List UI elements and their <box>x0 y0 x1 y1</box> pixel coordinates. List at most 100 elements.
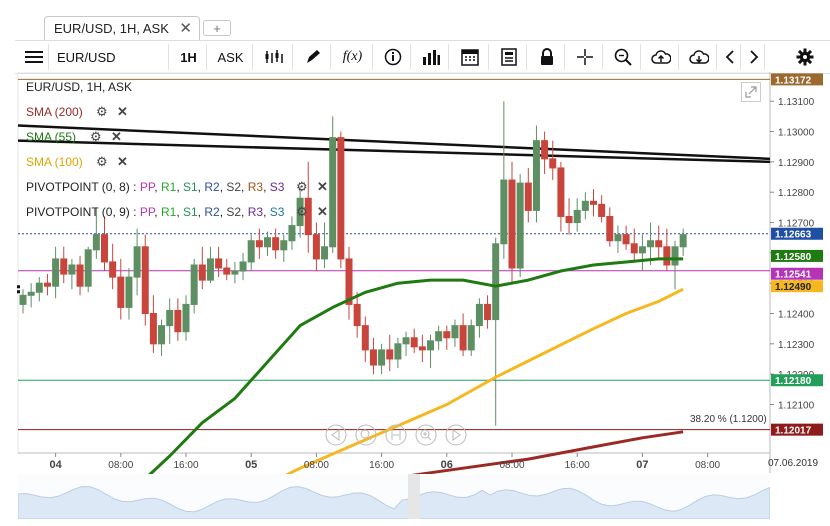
pivot2-s1: S1 <box>182 205 198 219</box>
upload-button[interactable] <box>643 44 679 70</box>
chart-tab[interactable]: EUR/USD, 1H, ASK ✕ <box>44 16 200 40</box>
candle-body <box>68 264 76 275</box>
volume-button[interactable] <box>413 44 449 70</box>
sma55-legend[interactable]: SMA (55) <box>26 130 76 144</box>
candle-body <box>557 167 565 217</box>
sma55-settings-icon[interactable]: ⚙ <box>90 129 102 145</box>
scroll-right-button[interactable] <box>743 44 765 70</box>
price-tag-label: 1.12180 <box>775 376 812 387</box>
candle-body <box>467 325 475 351</box>
candle-body <box>524 182 532 211</box>
pivot2-legend[interactable]: PIVOTPOINT (0, 9) : PP, R1, S1, R2, S2, … <box>26 205 284 219</box>
settings-button[interactable] <box>785 44 825 70</box>
candle-body <box>369 349 377 366</box>
sma100-remove-icon[interactable]: ✕ <box>117 154 128 170</box>
info-icon <box>384 48 401 66</box>
y-tick-label: 1.13100 <box>778 97 815 108</box>
draw-button[interactable] <box>295 44 331 70</box>
sma200-label: SMA (200) <box>26 105 83 119</box>
sma200-remove-icon[interactable]: ✕ <box>117 104 128 120</box>
sma100-settings-icon[interactable]: ⚙ <box>96 154 108 170</box>
indicators-button[interactable]: f(x) <box>333 44 373 70</box>
candle-body <box>500 179 508 245</box>
pivot2-sep: : <box>129 205 140 219</box>
sma100-legend[interactable]: SMA (100) <box>26 155 83 169</box>
pivot1-s2: S2 <box>226 180 242 194</box>
pivot1-s1: S1 <box>182 180 198 194</box>
x-tick-label: 07 <box>636 459 648 471</box>
info-button[interactable] <box>375 44 411 70</box>
expand-button[interactable] <box>741 82 761 102</box>
candle-body <box>125 276 133 308</box>
pivot1-r1: R1 <box>160 180 177 194</box>
navigator-handle[interactable] <box>408 474 420 519</box>
candle-body <box>410 337 418 348</box>
x-tick-label: 08:00 <box>695 460 720 471</box>
candle-body <box>190 264 198 305</box>
calendar-icon <box>460 49 479 66</box>
candle-body <box>443 331 451 339</box>
candle-body <box>508 179 516 269</box>
pivot1-r3: R3 <box>247 180 264 194</box>
x-tick-label: 16:00 <box>565 460 590 471</box>
pivot2-settings-icon[interactable]: ⚙ <box>296 204 308 220</box>
candle-body <box>174 309 182 333</box>
candle-body <box>231 270 239 275</box>
candle-body <box>378 349 386 366</box>
download-button[interactable] <box>681 44 717 70</box>
sma200-legend[interactable]: SMA (200) <box>26 105 83 119</box>
candle-body <box>272 237 280 251</box>
candle-body <box>671 246 679 266</box>
sma200-settings-icon[interactable]: ⚙ <box>96 104 108 120</box>
nav-forward-button[interactable] <box>445 424 467 446</box>
candle-body <box>149 313 157 345</box>
menu-button[interactable] <box>19 44 49 70</box>
period-selector[interactable]: 1H <box>171 44 207 70</box>
nav-zoom-in-button[interactable] <box>415 424 437 446</box>
nav-zoom-out-button[interactable] <box>355 424 377 446</box>
pivot1-s3: S3 <box>269 180 285 194</box>
pivot1-legend[interactable]: PIVOTPOINT (0, 8) : PP, R1, S1, R2, S2, … <box>26 180 284 194</box>
candle-body <box>206 258 214 281</box>
template-button[interactable] <box>491 44 527 70</box>
candle-body <box>337 137 345 260</box>
pivot1-remove-icon[interactable]: ✕ <box>317 179 328 195</box>
candle-body <box>43 282 51 287</box>
crosshair-button[interactable] <box>567 44 603 70</box>
pivot1-settings-icon[interactable]: ⚙ <box>296 179 308 195</box>
price-tag: 1.12541 <box>771 267 823 281</box>
lock-icon <box>540 48 553 65</box>
candle-body <box>247 240 255 263</box>
candle-body <box>84 249 92 287</box>
side-selector[interactable]: ASK <box>209 44 253 70</box>
candle-body <box>133 246 141 278</box>
lock-button[interactable] <box>529 44 565 70</box>
candle-body <box>109 261 117 278</box>
pivot2-remove-icon[interactable]: ✕ <box>317 204 328 220</box>
navigator-strip[interactable] <box>18 474 770 519</box>
candle-body <box>255 240 263 248</box>
add-tab-button[interactable]: + <box>203 20 231 36</box>
zoom-button[interactable] <box>605 44 641 70</box>
calendar-button[interactable] <box>451 44 489 70</box>
candle-body <box>606 215 614 242</box>
price-chart[interactable]: 1.131001.130001.129001.128001.127001.126… <box>0 71 830 523</box>
close-icon[interactable]: ✕ <box>179 19 192 37</box>
nav-fit-button[interactable] <box>385 424 407 446</box>
symbol-selector[interactable]: EUR/USD <box>51 44 169 70</box>
price-tag: 1.13172 <box>771 73 823 86</box>
candle-body <box>484 303 492 321</box>
candle-body <box>141 246 149 315</box>
x-tick-label: 08:00 <box>304 460 329 471</box>
scroll-left-button[interactable] <box>719 44 741 70</box>
tab-bar: EUR/USD, 1H, ASK ✕ + <box>0 0 830 40</box>
candle-body <box>516 182 524 269</box>
candle-body <box>630 243 638 254</box>
cloud-upload-icon <box>650 50 671 64</box>
candle-body <box>541 140 549 160</box>
sma55-remove-icon[interactable]: ✕ <box>111 129 122 145</box>
candle-type-icon <box>265 50 283 63</box>
chart-type-button[interactable] <box>255 44 293 70</box>
nav-back-button[interactable] <box>325 424 347 446</box>
chart-area[interactable]: 1.131001.130001.129001.128001.127001.126… <box>0 71 830 523</box>
